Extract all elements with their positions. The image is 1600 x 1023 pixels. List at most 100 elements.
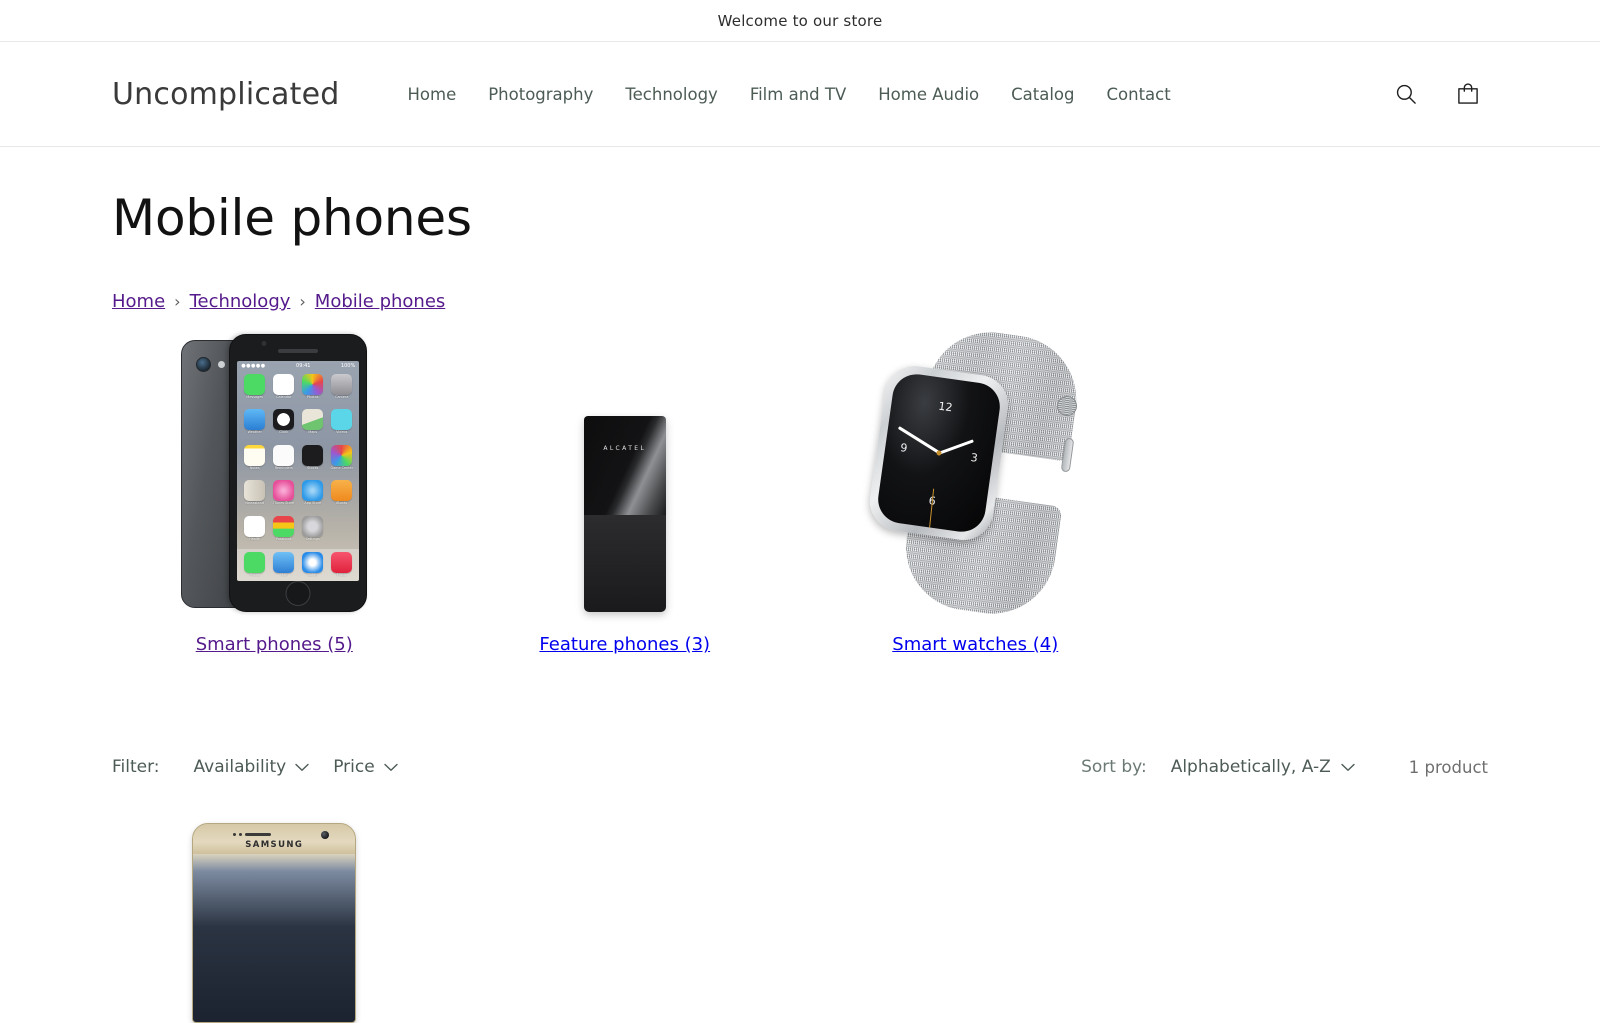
maps-icon <box>302 409 324 431</box>
breadcrumb: Home › Technology › Mobile phones <box>112 291 1488 312</box>
samsung-top-bezel: SAMSUNG <box>193 824 356 854</box>
alcatel-phone-illustration: ALCATEL <box>583 416 666 612</box>
chevron-down-icon <box>1341 757 1355 777</box>
nav-item-catalog[interactable]: Catalog <box>995 77 1090 112</box>
breadcrumb-separator: › <box>174 292 181 311</box>
watch-numeral-9: 9 <box>899 441 909 455</box>
camera-icon <box>331 374 353 395</box>
main-navigation: Home Photography Technology Film and TV … <box>392 77 1187 112</box>
facets-bar: Filter: Availability Price Sort by: Alph… <box>112 751 1488 783</box>
ios-app-icon: Game Center <box>328 444 355 478</box>
product-empty-slot <box>813 823 1138 1023</box>
ios-app-icon: Camera <box>328 374 355 407</box>
ios-app-icon: Weather <box>241 409 268 442</box>
ios-app-icon: Settings <box>299 515 326 549</box>
product-count: 1 product <box>1408 757 1488 777</box>
product-empty-slot <box>463 823 788 1023</box>
shopping-bag-icon[interactable] <box>1448 74 1488 114</box>
mail-icon <box>273 552 295 574</box>
stocks-icon <box>302 444 324 466</box>
subcollection-image-smart-phones[interactable]: ●●●●● 09:41 100% Messages Calendar Photo… <box>112 322 437 612</box>
filter-availability-label: Availability <box>193 757 287 777</box>
iphone-rear-camera <box>196 357 212 372</box>
app-store-icon <box>302 480 324 502</box>
samsung-front-camera <box>321 831 330 839</box>
ios-app-label: iTunes Store <box>273 501 295 506</box>
main-content: Mobile phones Home › Technology › Mobile… <box>0 189 1600 1023</box>
ios-app-icon: Messages <box>241 374 268 407</box>
product-card[interactable]: SAMSUNG <box>112 823 437 1023</box>
filter-price-label: Price <box>333 757 375 777</box>
filter-label: Filter: <box>112 757 160 777</box>
messages-icon <box>244 374 266 395</box>
ios-app-label: Photos <box>307 395 319 399</box>
subcollection-link-smart-phones[interactable]: Smart phones (5) <box>196 634 353 655</box>
ios-app-label: Settings <box>305 536 320 541</box>
ios-app-icon: Clock <box>270 409 297 442</box>
apple-watch-illustration: 12 3 6 9 <box>866 324 1085 622</box>
ios-signal-dots: ●●●●● <box>241 363 266 369</box>
notes-icon <box>244 444 266 466</box>
ios-app-label: Mail <box>280 573 288 578</box>
nav-item-contact[interactable]: Contact <box>1091 77 1187 112</box>
breadcrumb-item-mobile-phones[interactable]: Mobile phones <box>315 291 445 312</box>
nav-item-home[interactable]: Home <box>392 77 473 112</box>
subcollection-image-feature-phones[interactable]: ALCATEL <box>463 322 788 612</box>
photos-icon <box>302 374 324 395</box>
iphone-home-button <box>285 581 311 606</box>
ios-app-label: Camera <box>335 395 349 399</box>
ios-app-label: Passbook <box>275 536 292 541</box>
ios-dock-icon: Phone <box>241 552 268 577</box>
subcollection-empty-slot <box>1164 322 1489 655</box>
ios-app-label: Health <box>249 536 261 541</box>
subcollection-card-smart-watches: 12 3 6 9 <box>813 322 1138 655</box>
game-center-icon <box>331 444 353 466</box>
subcollection-image-smart-watches[interactable]: 12 3 6 9 <box>813 322 1138 622</box>
watch-dial: 12 3 6 9 <box>875 371 1003 535</box>
newsstand-icon <box>244 480 266 502</box>
ios-app-grid: Messages Calendar Photos Camera Weather … <box>237 371 359 549</box>
header-actions <box>1386 74 1488 114</box>
alcatel-keypad-body <box>583 515 666 612</box>
nav-item-technology[interactable]: Technology <box>609 77 733 112</box>
music-icon <box>331 552 353 574</box>
site-logo[interactable]: Uncomplicated <box>112 77 340 112</box>
nav-item-home-audio[interactable]: Home Audio <box>862 77 995 112</box>
filter-price[interactable]: Price <box>321 751 409 783</box>
filter-availability[interactable]: Availability <box>182 751 322 783</box>
ios-app-label: Reminders <box>274 465 293 470</box>
ios-app-icon: App Store <box>299 480 326 513</box>
ios-app-label: iBooks <box>336 501 348 506</box>
breadcrumb-item-home[interactable]: Home <box>112 291 165 312</box>
ios-app-label: Stocks <box>307 465 319 470</box>
subcollection-link-smart-watches[interactable]: Smart watches (4) <box>892 634 1058 655</box>
breadcrumb-item-technology[interactable]: Technology <box>190 291 291 312</box>
nav-item-photography[interactable]: Photography <box>472 77 609 112</box>
safari-icon <box>302 552 324 574</box>
watch-case: 12 3 6 9 <box>866 362 1013 544</box>
announcement-bar: Welcome to our store <box>0 0 1600 42</box>
passbook-icon <box>273 515 295 537</box>
samsung-galaxy-illustration: SAMSUNG <box>192 823 357 1023</box>
subcollection-card-smart-phones: ●●●●● 09:41 100% Messages Calendar Photo… <box>112 322 437 655</box>
ios-app-label: Clock <box>279 430 289 435</box>
subcollection-link-feature-phones[interactable]: Feature phones (3) <box>539 634 710 655</box>
ios-app-label: Weather <box>247 430 262 435</box>
ios-app-icon: Maps <box>299 409 326 442</box>
calendar-icon <box>273 374 295 395</box>
watch-numeral-3: 3 <box>970 451 979 465</box>
ios-app-icon: iBooks <box>328 480 355 513</box>
reminders-icon <box>273 444 295 466</box>
ios-app-icon: Calendar <box>270 374 297 407</box>
nav-item-film-and-tv[interactable]: Film and TV <box>734 77 862 112</box>
ios-app-label: Notes <box>249 465 260 470</box>
search-icon[interactable] <box>1386 74 1426 114</box>
ios-dock-icon: Music <box>328 552 355 577</box>
sort-by-select[interactable]: Alphabetically, A-Z <box>1163 751 1363 783</box>
product-grid: SAMSUNG <box>112 823 1488 1023</box>
samsung-sensor-array <box>233 833 272 836</box>
ios-app-icon: Newsstand <box>241 480 268 513</box>
ios-app-label: Music <box>336 573 347 578</box>
ios-app-label: Videos <box>336 430 348 435</box>
sort-area: Sort by: Alphabetically, A-Z 1 product <box>1081 751 1488 783</box>
